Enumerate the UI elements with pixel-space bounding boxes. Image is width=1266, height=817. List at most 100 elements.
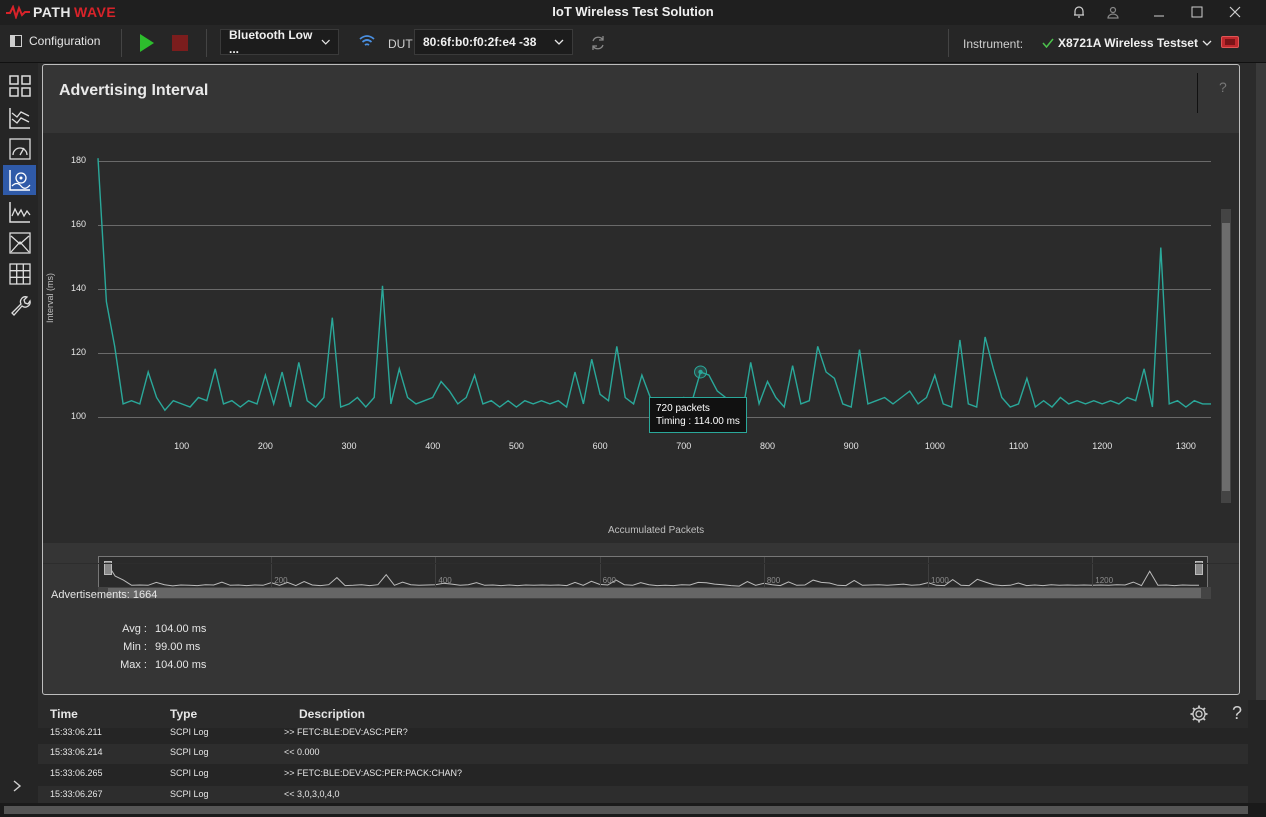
chart-horizontal-scrollbar-thumb[interactable] xyxy=(108,588,1201,598)
overview-tick-label: 1200 xyxy=(1095,576,1114,585)
sidebar-item-envelope[interactable] xyxy=(3,228,36,258)
toolbar-divider xyxy=(121,29,122,57)
dashboard-grid-icon xyxy=(8,75,31,97)
panel-toggle-icon xyxy=(10,35,22,47)
log-row-time: 15:33:06.214 xyxy=(50,747,103,757)
panel-title: Advertising Interval xyxy=(59,82,209,99)
chevron-right-icon[interactable] xyxy=(12,779,22,795)
sidebar-item-advertising-interval[interactable] xyxy=(3,165,36,195)
advertising-interval-icon xyxy=(8,170,30,191)
overview-tick-label: 1000 xyxy=(931,576,949,585)
hover-point[interactable] xyxy=(698,369,703,375)
log-row-type: SCPI Log xyxy=(170,747,209,757)
log-row-description: << 0.000 xyxy=(284,747,320,757)
close-icon[interactable] xyxy=(1224,2,1246,22)
chevron-down-icon xyxy=(321,39,330,45)
minimize-icon[interactable] xyxy=(1148,2,1170,22)
advertisement-count: Advertisements: 1664 xyxy=(51,589,158,601)
sidebar-item-gauge[interactable] xyxy=(3,134,36,164)
overview-grid-line xyxy=(928,557,930,587)
overview-grid-line xyxy=(763,557,765,587)
wifi-icon xyxy=(358,34,376,51)
protocol-select-value: Bluetooth Low ... xyxy=(229,28,313,56)
title-bar: PATH WAVE IoT Wireless Test Solution xyxy=(0,0,1266,25)
maximize-icon[interactable] xyxy=(1186,2,1208,22)
line-chart-icon xyxy=(8,202,31,223)
instrument-select[interactable]: X8721A Wireless Testset xyxy=(1042,36,1212,50)
sidebar-item-dashboard[interactable] xyxy=(3,71,36,101)
log-row-description: >> FETC:BLE:DEV:ASC:PER? xyxy=(284,727,408,737)
chart-area: 100 120 140 160 180 100 200 300 400 500 600 700 800… xyxy=(43,133,1239,599)
envelope-chart-icon xyxy=(8,232,31,254)
chart-vertical-scrollbar[interactable] xyxy=(1221,209,1231,503)
toolbar-divider xyxy=(206,29,207,57)
log-help-button[interactable]: ? xyxy=(1232,703,1242,724)
bottom-scrollbar[interactable] xyxy=(0,803,1266,817)
log-row-time: 15:33:06.267 xyxy=(50,789,103,799)
overview-grid-line xyxy=(271,557,273,587)
log-row-type: SCPI Log xyxy=(170,727,209,737)
sidebar-item-table[interactable] xyxy=(3,259,36,289)
max-label: Max : xyxy=(120,659,147,671)
spectrum-chart-icon xyxy=(8,108,30,129)
sidebar-item-settings[interactable] xyxy=(3,290,36,320)
chart-vertical-scrollbar-thumb[interactable] xyxy=(1222,223,1230,491)
sidebar xyxy=(0,63,38,803)
log-row[interactable]: 15:33:06.211 SCPI Log >> FETC:BLE:DEV:AS… xyxy=(38,724,1248,744)
overview-tick-label: 400 xyxy=(438,576,452,585)
overview-tick-label: 600 xyxy=(602,576,616,585)
sidebar-item-spectrum[interactable] xyxy=(3,103,36,133)
protocol-select[interactable]: Bluetooth Low ... xyxy=(220,28,339,56)
log-header-type[interactable]: Type xyxy=(170,707,197,721)
instrument-label: Instrument: xyxy=(963,37,1024,51)
log-header-time[interactable]: Time xyxy=(50,707,78,721)
log-row[interactable]: 15:33:06.214 SCPI Log << 0.000 xyxy=(38,744,1248,764)
stats-divider xyxy=(43,563,1239,564)
overview-grid-line xyxy=(599,557,601,587)
sidebar-item-line-chart[interactable] xyxy=(3,197,36,227)
configuration-button[interactable]: Configuration xyxy=(10,34,100,48)
gauge-chart-icon xyxy=(8,138,31,160)
interval-series-line[interactable] xyxy=(97,158,1211,415)
log-row-time: 15:33:06.265 xyxy=(50,768,103,778)
panel-header-divider xyxy=(1197,73,1198,113)
interval-line-chart[interactable] xyxy=(43,133,1239,543)
log-row-type: SCPI Log xyxy=(170,768,209,778)
overview-tick-label: 800 xyxy=(766,576,781,585)
log-row-time: 15:33:06.211 xyxy=(50,727,102,737)
table-grid-icon xyxy=(8,263,31,285)
chevron-down-icon xyxy=(1202,40,1212,46)
advertising-interval-panel: Advertising Interval ? 100 120 140 160 180 1… xyxy=(42,64,1240,695)
connection-status-icon[interactable] xyxy=(1221,36,1239,51)
log-row-type: SCPI Log xyxy=(170,789,209,799)
tooltip-packets: 720 packets xyxy=(656,403,710,414)
toolbar: Configuration Bluetooth Low ... DUT 80:6… xyxy=(0,25,1266,63)
play-button[interactable] xyxy=(140,34,154,55)
toolbar-divider xyxy=(948,29,949,57)
user-icon[interactable] xyxy=(1102,2,1124,22)
stop-button[interactable] xyxy=(172,35,188,51)
bottom-scrollbar-thumb[interactable] xyxy=(4,806,1248,814)
chevron-down-icon xyxy=(554,39,564,45)
overview-grid-line xyxy=(1092,557,1094,587)
log-row-description: >> FETC:BLE:DEV:ASC:PER:PACK:CHAN? xyxy=(284,768,463,778)
right-scrollbar[interactable] xyxy=(1256,63,1266,803)
panel-help-button[interactable]: ? xyxy=(1219,79,1227,95)
min-label: Min : xyxy=(123,641,147,653)
wrench-icon xyxy=(10,296,31,316)
bell-icon[interactable] xyxy=(1068,2,1090,22)
log-header-description[interactable]: Description xyxy=(299,707,365,721)
refresh-icon[interactable] xyxy=(589,34,607,55)
dut-label: DUT xyxy=(388,37,413,51)
log-row-description: << 3,0,3,0,4,0 xyxy=(284,789,340,799)
min-value: 99.00 ms xyxy=(155,641,201,653)
overview-tick-label: 200 xyxy=(274,576,288,585)
configuration-label: Configuration xyxy=(29,34,101,48)
checkmark-icon xyxy=(1042,38,1054,48)
dut-select[interactable]: 80:6f:b0:f0:2f:e4 -38 xyxy=(414,29,573,55)
log-panel: Time Type Description ? 15:33:06.211 SCP… xyxy=(38,700,1266,806)
chart-tooltip: 720 packets Timing : 114.00 ms xyxy=(649,397,747,433)
dut-select-value: 80:6f:b0:f0:2f:e4 -38 xyxy=(423,35,537,49)
chart-horizontal-scrollbar[interactable] xyxy=(98,587,1211,599)
log-row[interactable]: 15:33:06.265 SCPI Log >> FETC:BLE:DEV:AS… xyxy=(38,765,1248,785)
